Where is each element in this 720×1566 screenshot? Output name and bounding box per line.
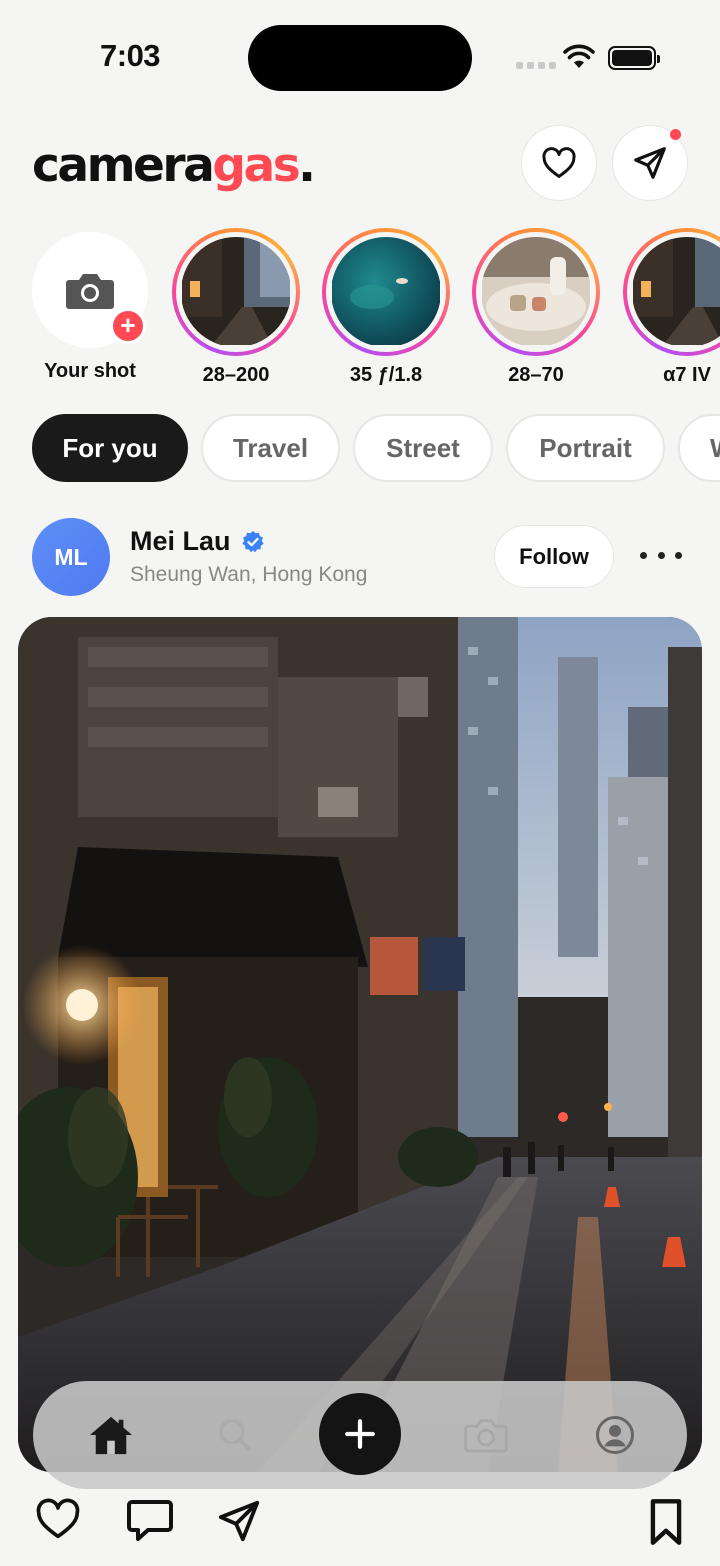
post-author[interactable]: Mei Lau (130, 526, 265, 557)
camera-icon (464, 1419, 508, 1453)
verified-icon (241, 530, 264, 552)
post-photo[interactable] (18, 617, 702, 1472)
app-logo: cameragas. (32, 138, 316, 193)
chip-travel[interactable]: Travel (201, 414, 340, 482)
messages-button[interactable] (612, 125, 688, 201)
avatar[interactable]: ML (32, 518, 110, 596)
plus-icon (345, 1419, 375, 1449)
search-icon (219, 1419, 251, 1451)
signal-icon (516, 62, 556, 69)
follow-button[interactable]: Follow (494, 525, 614, 588)
dynamic-island (248, 25, 472, 91)
story-item[interactable]: α7 IV (622, 228, 720, 387)
story-thumbnail (632, 237, 720, 347)
chip-more[interactable]: W (678, 414, 720, 482)
create-post-button[interactable] (319, 1393, 401, 1475)
story-thumbnail (481, 237, 591, 347)
story-item[interactable]: 28–200 (171, 228, 301, 387)
wifi-icon (563, 44, 595, 68)
like-icon[interactable] (36, 1498, 80, 1540)
add-story-icon[interactable]: + (110, 308, 146, 344)
story-label: α7 IV (663, 364, 711, 386)
chip-for-you[interactable]: For you (32, 414, 188, 482)
stories-row: + Your shot 28–200 35 ƒ/1.8 28–70 α7 IV (0, 228, 720, 393)
notification-dot (670, 129, 681, 140)
send-icon (634, 147, 666, 179)
story-item[interactable]: 35 ƒ/1.8 (321, 228, 451, 387)
chip-portrait[interactable]: Portrait (506, 414, 665, 482)
heart-icon (542, 147, 576, 178)
tab-camera[interactable] (455, 1381, 517, 1489)
camera-icon (66, 274, 114, 309)
story-item[interactable]: 28–70 (471, 228, 601, 387)
tab-bar (33, 1381, 687, 1489)
profile-icon (596, 1416, 634, 1454)
likes-button[interactable] (521, 125, 597, 201)
chip-street[interactable]: Street (353, 414, 493, 482)
story-thumbnail (331, 237, 441, 347)
more-options-button[interactable] (640, 540, 682, 570)
author-name: Mei Lau (130, 526, 231, 556)
story-label: 35 ƒ/1.8 (349, 364, 423, 386)
your-shot-label: Your shot (44, 360, 136, 382)
comment-icon[interactable] (126, 1498, 174, 1542)
battery-icon (608, 46, 660, 70)
status-bar: 7:03 (0, 0, 720, 110)
your-shot-avatar[interactable]: + (32, 232, 148, 348)
tab-home[interactable] (81, 1381, 141, 1489)
share-icon[interactable] (216, 1498, 262, 1544)
story-thumbnail (181, 237, 291, 347)
story-label: 28–200 (202, 364, 270, 386)
post-location[interactable]: Sheung Wan, Hong Kong (130, 563, 367, 587)
status-time: 7:03 (100, 38, 161, 73)
tab-search[interactable] (205, 1381, 265, 1489)
tab-profile[interactable] (585, 1381, 645, 1489)
home-icon (90, 1416, 132, 1455)
bookmark-icon[interactable] (648, 1498, 684, 1546)
filter-chips: For you Travel Street Portrait W (0, 414, 720, 484)
story-label: 28–70 (508, 364, 564, 386)
